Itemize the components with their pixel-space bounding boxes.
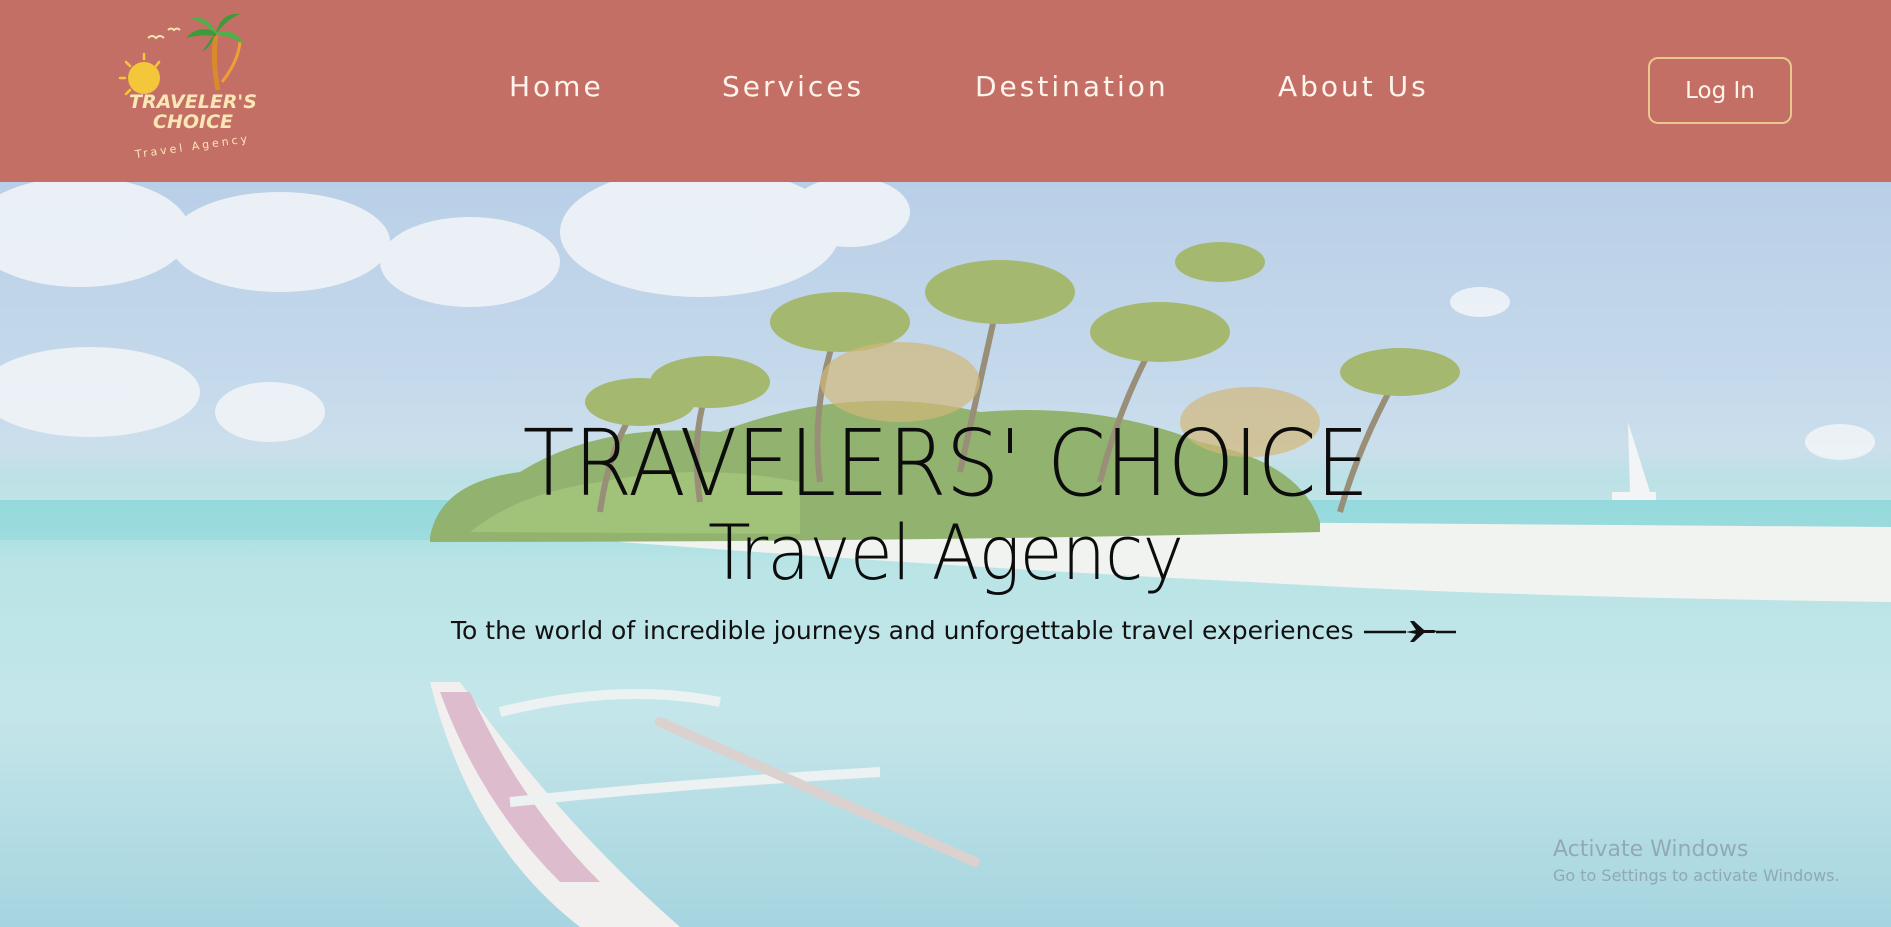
site-header: TRAVELER'S CHOICE Travel Agency Home Ser… (0, 0, 1891, 182)
hero-title: TRAVELERS' CHOICE (522, 410, 1369, 517)
nav-item-about-us[interactable]: About Us (1278, 70, 1429, 103)
hero-tagline: To the world of incredible journeys and … (451, 616, 1456, 645)
hero-subtitle: Travel Agency (707, 508, 1184, 597)
nav-item-home[interactable]: Home (509, 70, 604, 103)
hero-tagline-text: To the world of incredible journeys and … (451, 616, 1354, 645)
main-nav: Home Services Destination About Us (0, 70, 1891, 110)
watermark-line2: Go to Settings to activate Windows. (1553, 866, 1840, 885)
watermark-line1: Activate Windows (1553, 837, 1749, 862)
nav-item-destination[interactable]: Destination (975, 70, 1169, 103)
logo-line3: Travel Agency (133, 132, 251, 160)
login-button[interactable]: Log In (1648, 57, 1792, 124)
hero-section: TRAVELERS' CHOICE Travel Agency To the w… (0, 182, 1891, 927)
logo-line2: CHOICE (153, 111, 233, 133)
windows-activation-watermark: Activate Windows Go to Settings to activ… (1553, 837, 1840, 885)
airplane-icon (1363, 619, 1456, 643)
nav-item-services[interactable]: Services (722, 70, 864, 103)
